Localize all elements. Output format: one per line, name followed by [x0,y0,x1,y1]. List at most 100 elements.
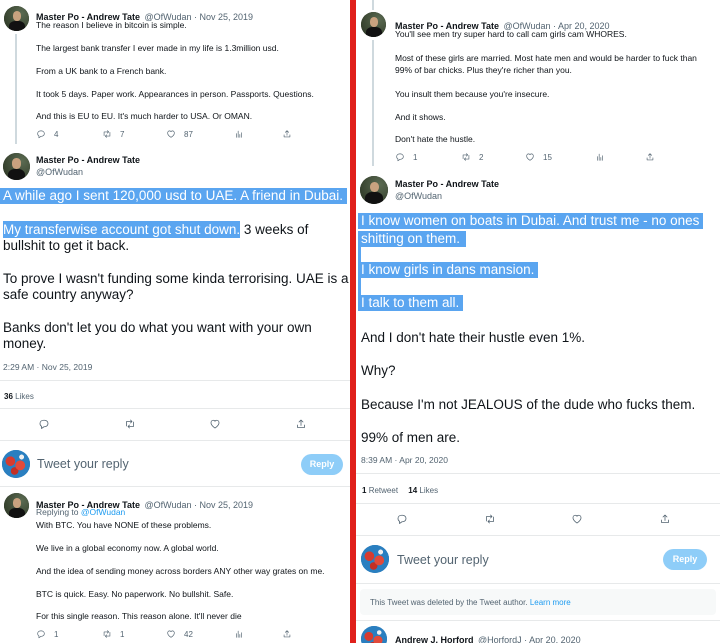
like-action[interactable] [209,418,221,430]
likes-label: Likes [15,392,34,401]
retweet-action[interactable]: 2 [461,152,483,162]
like-action[interactable]: 87 [166,129,193,139]
reply-icon [395,152,405,162]
reply-icon [38,418,50,430]
deleted-notice-text: This Tweet was deleted by the Tweet auth… [370,598,571,607]
avatar[interactable] [4,493,29,518]
tweet-text-highlighted: I talk to them all. [358,295,464,311]
share-action[interactable] [282,629,300,639]
divider [356,620,720,621]
tweet-text-line: You insult them because you're insecure. [395,89,550,99]
analytics-action[interactable] [595,152,613,162]
tweet-text-line: We live in a global economy now. A globa… [36,543,219,553]
share-icon [659,513,671,525]
author-name[interactable]: Andrew J. Horford [395,635,474,643]
avatar[interactable] [4,6,29,31]
analytics-action[interactable] [234,629,252,639]
author-name[interactable]: Master Po - Andrew Tate [395,179,499,189]
thread-line [372,40,374,166]
author-handle-date[interactable]: @OfWudan · Nov 25, 2019 [144,500,253,510]
retweet-count: 1 [120,629,125,639]
tweet-actions: 1 1 42 [36,629,336,643]
share-action[interactable] [295,418,307,430]
author-handle[interactable]: @OfWudan [395,191,442,201]
tweet-timestamp[interactable]: 2:29 AM · Nov 25, 2019 [3,362,92,372]
retweet-action[interactable] [484,513,496,525]
tweet-text-line: For this single reason. This reason alon… [36,611,242,621]
tweet-text-line: Most of these girls are married. Most ha… [395,53,697,63]
thread-line [372,0,374,10]
tweet-text-line: Because I'm not JEALOUS of the dude who … [361,397,696,412]
replying-to-label: Replying to [36,507,79,517]
analytics-icon [234,129,244,139]
reply-button[interactable]: Reply [663,549,707,570]
tweet-text-highlighted: I know women on boats in Dubai. And trus… [358,213,704,229]
like-count: 42 [184,629,193,639]
retweets-count: 1 [362,486,367,495]
current-user-avatar[interactable] [2,450,30,478]
divider [0,486,350,487]
tweet-text-line-mixed: My transferwise account got shut down. 3… [0,221,309,238]
tweet-text-line: To prove I wasn't funding some kinda ter… [3,271,349,286]
likes-summary[interactable]: 14 Likes [408,486,438,495]
divider [356,583,720,584]
reply-action[interactable]: 1 [36,629,58,639]
tweet-timestamp[interactable]: 8:39 AM · Apr 20, 2020 [361,455,448,465]
tweet-text-line: I know women on boats in Dubai. And trus… [361,213,700,228]
tweet-text-line: And it shows. [395,112,446,122]
current-user-avatar[interactable] [361,545,389,573]
like-count: 15 [543,152,552,162]
retweet-action[interactable] [124,418,136,430]
share-action[interactable] [659,513,671,525]
share-action[interactable] [645,152,663,162]
tweet-text-line: 99% of men are. [361,430,461,445]
tweet-text-highlighted: shitting on them. [358,231,467,247]
tweet-text-line: The largest bank transfer I ever made in… [36,43,279,53]
reply-icon [396,513,408,525]
learn-more-link[interactable]: Learn more [530,598,571,607]
avatar[interactable] [3,153,30,180]
author-name[interactable]: Master Po - Andrew Tate [36,155,140,165]
tweet-text-line: The reason I believe in bitcoin is simpl… [36,20,187,30]
retweet-count: 7 [120,129,125,139]
likes-summary[interactable]: 36 Likes [4,392,34,401]
like-action[interactable]: 42 [166,629,193,639]
replying-to-handle[interactable]: @OfWudan [81,507,125,517]
reply-action[interactable]: 1 [395,152,417,162]
tweet-text-line: And the idea of sending money across bor… [36,566,325,576]
author-handle-date[interactable]: @HorfordJ · Apr 20, 2020 [478,635,581,643]
tweet-text-line: shitting on them. [361,231,461,246]
left-screenshot: Master Po - Andrew Tate @OfWudan · Nov 2… [0,0,350,643]
like-icon [525,152,535,162]
reply-action[interactable] [396,513,408,525]
selection-gap [358,247,361,262]
reply-button[interactable]: Reply [301,454,343,475]
reply-input[interactable]: Tweet your reply [37,457,129,471]
retweets-summary[interactable]: 1 Retweet [362,486,398,495]
avatar[interactable] [360,176,388,204]
tweet-text-rest: 3 weeks of [240,222,309,237]
likes-label: Likes [419,486,439,495]
like-action[interactable] [571,513,583,525]
reply-action[interactable] [38,418,50,430]
retweet-action[interactable]: 7 [102,129,124,139]
divider [0,408,350,409]
retweet-icon [124,418,136,430]
tweet-text-highlighted: I know girls in dans mansion. [358,262,539,278]
like-action[interactable]: 15 [525,152,552,162]
share-icon [282,629,292,639]
retweet-action[interactable]: 1 [102,629,124,639]
reply-input[interactable]: Tweet your reply [397,553,489,567]
analytics-action[interactable] [234,129,252,139]
tweet-actions: 4 7 87 [36,129,336,143]
avatar[interactable] [361,626,387,643]
author-handle[interactable]: @OfWudan [36,167,83,177]
tweet-text-line: With BTC. You have NONE of these problem… [36,520,212,530]
tweet-text-line: safe country anyway? [3,287,134,302]
share-action[interactable] [282,129,300,139]
selection-gap [358,278,361,295]
reply-action[interactable]: 4 [36,129,58,139]
retweet-icon [461,152,471,162]
avatar[interactable] [361,12,386,37]
share-icon [282,129,292,139]
